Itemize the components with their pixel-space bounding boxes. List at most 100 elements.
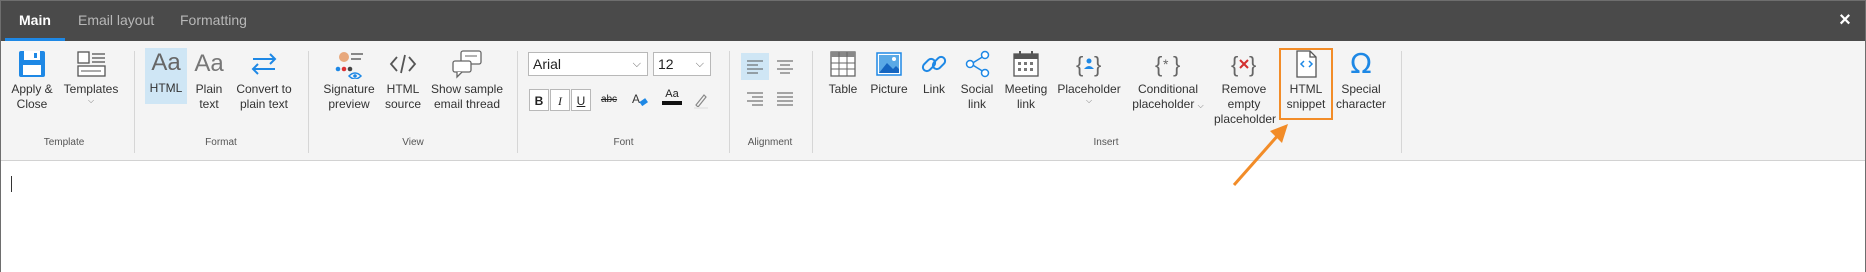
conditional-placeholder-label-1: Conditional — [1137, 82, 1199, 96]
plain-text-button[interactable]: Aa Plain text — [190, 49, 228, 112]
insert-placeholder-button[interactable]: { } Placeholder ⌵ — [1056, 49, 1122, 105]
templates-label: Templates — [63, 82, 119, 96]
group-divider — [812, 51, 813, 153]
remove-empty-label-2: empty — [1227, 97, 1261, 111]
convert-label-2: plain text — [239, 97, 289, 111]
html-snippet-highlight — [1279, 48, 1333, 120]
svg-text:{: { — [1231, 52, 1238, 77]
align-right-icon — [747, 92, 763, 106]
picture-icon — [876, 52, 902, 76]
clear-format-glyph: A — [632, 92, 640, 106]
calendar-icon — [1013, 51, 1039, 77]
social-link-label-2: link — [967, 97, 986, 111]
code-icon — [389, 54, 417, 74]
align-right-button[interactable] — [741, 85, 769, 112]
svg-text:}: } — [1249, 52, 1256, 77]
table-label: Table — [828, 82, 858, 96]
table-icon — [830, 51, 856, 77]
signature-editor-area[interactable] — [1, 162, 1865, 272]
placeholder-icon: { } — [1076, 52, 1101, 77]
text-cursor — [11, 176, 12, 192]
italic-button[interactable]: I — [550, 89, 570, 111]
share-icon — [965, 50, 990, 78]
close-icon[interactable]: × — [1835, 10, 1855, 30]
link-icon — [921, 55, 947, 73]
special-character-label-1: Special — [1341, 82, 1381, 96]
highlight-button[interactable] — [691, 89, 711, 111]
templates-button[interactable]: Templates ⌵ — [61, 49, 121, 105]
convert-plain-text-button[interactable]: Convert to plain text — [234, 49, 294, 112]
title-bar: Main Email layout Formatting × — [1, 1, 1865, 41]
pencil-icon — [694, 94, 708, 109]
group-divider — [729, 51, 730, 153]
insert-social-link-button[interactable]: Social link — [957, 49, 997, 112]
tab-formatting[interactable]: Formatting — [180, 1, 247, 41]
link-label: Link — [922, 82, 945, 96]
ribbon-toolbar: Apply & Close Templates ⌵ Template Aa HT… — [1, 41, 1865, 161]
html-source-label-1: HTML — [386, 82, 420, 96]
signature-editor-window: Main Email layout Formatting × Apply & C… — [0, 0, 1866, 272]
group-label-insert: Insert — [1093, 137, 1119, 148]
sample-email-thread-button[interactable]: Show sample email thread — [429, 49, 505, 112]
group-label-view: View — [402, 137, 424, 148]
insert-link-button[interactable]: Link — [915, 49, 953, 97]
group-label-font: Font — [613, 137, 634, 148]
insert-picture-button[interactable]: Picture — [868, 49, 910, 97]
annotation-arrow-icon — [1232, 124, 1288, 186]
meeting-link-label-2: link — [1016, 97, 1035, 111]
clear-formatting-button[interactable]: A — [630, 89, 650, 111]
strikethrough-button[interactable]: abc — [599, 89, 619, 111]
plain-text-label-1: Plain — [195, 82, 223, 96]
save-icon — [19, 51, 45, 77]
align-justify-button[interactable] — [771, 85, 799, 112]
bold-button[interactable]: B — [529, 89, 549, 111]
chevron-down-icon: ⌵ — [632, 58, 641, 70]
font-size-value: 12 — [658, 56, 674, 72]
font-color-button[interactable]: Aa — [661, 87, 683, 109]
convert-arrows-icon — [251, 53, 277, 75]
sample-thread-label-2: email thread — [433, 97, 501, 111]
signature-preview-button[interactable]: Signature preview — [321, 49, 377, 112]
tab-main[interactable]: Main — [5, 1, 65, 41]
html-source-button[interactable]: HTML source — [383, 49, 423, 112]
group-label-format: Format — [205, 137, 237, 148]
chevron-down-icon: ⌵ — [1085, 96, 1093, 105]
chevron-down-icon: ⌵ — [695, 58, 704, 70]
font-family-select[interactable]: Arial ⌵ — [528, 52, 648, 76]
underline-button[interactable]: U — [571, 89, 591, 111]
chat-bubbles-icon — [452, 50, 482, 79]
templates-icon — [77, 51, 106, 77]
insert-table-button[interactable]: Table — [823, 49, 863, 97]
align-center-button[interactable] — [771, 53, 799, 80]
align-center-icon — [777, 60, 793, 74]
remove-empty-placeholder-button[interactable]: { } Remove empty placeholder — [1214, 49, 1276, 127]
insert-meeting-link-button[interactable]: Meeting link — [1002, 49, 1050, 112]
meeting-link-label-1: Meeting — [1004, 82, 1048, 96]
font-color-glyph: Aa — [665, 88, 679, 100]
font-size-select[interactable]: 12 ⌵ — [653, 52, 711, 76]
insert-special-character-button[interactable]: Ω Special character — [1334, 49, 1388, 112]
html-format-button[interactable]: Aa HTML — [145, 48, 187, 104]
conditional-placeholder-icon: { } * — [1155, 52, 1180, 77]
svg-text:}: } — [1094, 52, 1101, 77]
picture-label: Picture — [870, 82, 908, 96]
group-divider — [308, 51, 309, 153]
svg-text:{: { — [1155, 52, 1162, 77]
align-left-button[interactable] — [741, 53, 769, 80]
conditional-placeholder-label-text: placeholder — [1132, 97, 1195, 111]
sample-thread-label-1: Show sample — [430, 82, 504, 96]
plain-text-label-2: text — [199, 97, 219, 111]
group-divider — [1401, 51, 1402, 153]
group-label-alignment: Alignment — [747, 137, 793, 148]
special-character-label-2: character — [1335, 97, 1387, 111]
group-divider — [134, 51, 135, 153]
remove-placeholder-icon: { } — [1231, 52, 1256, 77]
apply-close-button[interactable]: Apply & Close — [7, 49, 57, 112]
font-color-bar — [662, 101, 682, 105]
html-format-icon: Aa — [151, 49, 181, 76]
tab-email-layout[interactable]: Email layout — [78, 1, 154, 41]
insert-conditional-placeholder-button[interactable]: { } * Conditional placeholder ⌵ — [1128, 49, 1208, 113]
social-link-label-1: Social — [960, 82, 994, 96]
apply-close-label-1: Apply & — [11, 82, 53, 96]
group-divider — [517, 51, 518, 153]
